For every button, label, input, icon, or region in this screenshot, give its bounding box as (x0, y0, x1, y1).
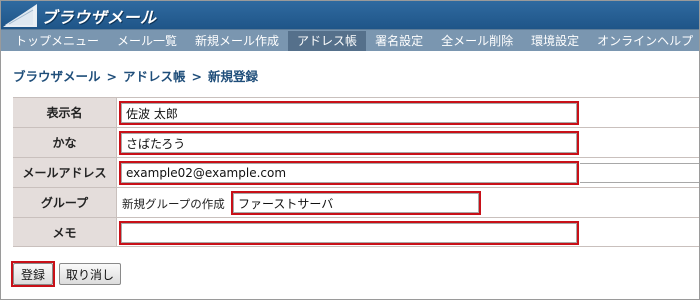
display-name-input[interactable] (121, 103, 577, 123)
kana-highlight (119, 131, 579, 155)
new-group-text: 新規グループの作成 (122, 197, 225, 211)
memo-label: メモ (13, 218, 117, 246)
address-form: 表示名 かな メールアドレス (13, 97, 699, 249)
form-row-display-name: 表示名 (13, 97, 699, 127)
email-highlight (119, 161, 579, 185)
display-name-highlight (119, 101, 579, 125)
display-name-label: 表示名 (13, 98, 117, 127)
register-button[interactable]: 登録 (13, 263, 53, 285)
group-highlight (231, 191, 481, 215)
breadcrumb-item-address-book[interactable]: アドレス帳 (123, 69, 186, 84)
nav-item-delete-all[interactable]: 全メール削除 (432, 31, 522, 51)
memo-cell (118, 218, 699, 246)
kana-label: かな (13, 128, 117, 157)
nav-item-signature[interactable]: 署名設定 (366, 31, 432, 51)
app-title: ブラウザメール (41, 8, 157, 27)
group-label: グループ (13, 188, 117, 217)
breadcrumb-separator: > (191, 69, 202, 84)
form-row-memo: メモ (13, 217, 699, 247)
nav-item-online-help[interactable]: オンラインヘルプ (588, 31, 699, 51)
nav-item-top-menu[interactable]: トップメニュー (1, 31, 108, 51)
email-input-extension (580, 163, 699, 183)
main-nav: トップメニュー メール一覧 新規メール作成 アドレス帳 署名設定 全メール削除 … (1, 29, 699, 51)
group-cell: 新規グループの作成 (118, 188, 699, 217)
nav-item-mail-list[interactable]: メール一覧 (108, 31, 186, 51)
email-label: メールアドレス (13, 158, 117, 187)
nav-item-settings[interactable]: 環境設定 (522, 31, 588, 51)
browser-mail-window: ブラウザメール トップメニュー メール一覧 新規メール作成 アドレス帳 署名設定… (0, 0, 700, 300)
breadcrumb-separator: > (106, 69, 117, 84)
kana-input[interactable] (121, 133, 577, 153)
app-header: ブラウザメール (1, 1, 699, 29)
memo-input[interactable] (121, 223, 577, 243)
form-row-email: メールアドレス (13, 157, 699, 187)
email-input[interactable] (121, 163, 577, 183)
form-row-kana: かな (13, 127, 699, 157)
cancel-button[interactable]: 取り消し (59, 263, 122, 285)
display-name-cell (118, 98, 699, 127)
kana-cell (118, 128, 699, 157)
breadcrumb-item-browser-mail[interactable]: ブラウザメール (13, 69, 101, 84)
form-row-group: グループ 新規グループの作成 (13, 187, 699, 217)
breadcrumb: ブラウザメール > アドレス帳 > 新規登録 (13, 66, 258, 85)
nav-item-address-book[interactable]: アドレス帳 (288, 30, 367, 51)
email-cell (118, 158, 699, 187)
paper-plane-icon (3, 4, 37, 27)
memo-highlight (119, 221, 579, 245)
register-highlight: 登録 (11, 261, 55, 287)
group-name-input[interactable] (233, 193, 479, 213)
breadcrumb-item-new-entry: 新規登録 (208, 69, 259, 84)
nav-item-compose[interactable]: 新規メール作成 (186, 31, 288, 51)
